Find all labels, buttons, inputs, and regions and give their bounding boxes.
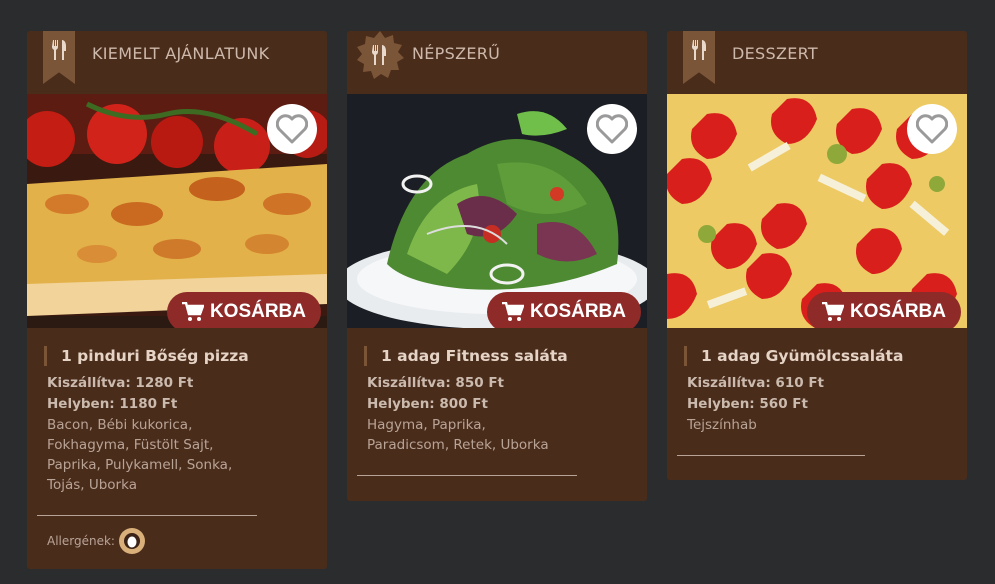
cart-label: KOSÁRBA [849, 301, 946, 322]
onsite-price: Helyben: 1180 Ft [47, 396, 178, 412]
product-name: 1 pinduri Bőség pizza [44, 346, 307, 366]
prices: Kiszállítva: 610 Ft Helyben: 560 Ft [687, 373, 947, 415]
card-header: NÉPSZERŰ [347, 31, 647, 94]
onsite-price: Helyben: 560 Ft [687, 396, 808, 412]
card-header: KIEMELT AJÁNLATUNK [27, 31, 327, 94]
ribbon-badge [43, 31, 75, 84]
ribbon-badge [683, 31, 715, 84]
heart-icon [916, 114, 948, 144]
heart-icon [276, 114, 308, 144]
delivery-price: Kiszállítva: 1280 Ft [47, 375, 194, 391]
divider [677, 455, 865, 456]
ingredients: Hagyma, Paprika, Paradicsom, Retek, Ubor… [367, 417, 549, 453]
egg-icon[interactable] [118, 528, 145, 554]
star-badge [355, 31, 405, 81]
card-body: 1 adag Fitness saláta Kiszállítva: 850 F… [347, 328, 647, 476]
ingredients: Bacon, Bébi kukorica, Fokhagyma, Füstölt… [47, 417, 233, 493]
add-to-cart-button[interactable]: KOSÁRBA [486, 292, 641, 328]
prices: Kiszállítva: 850 Ft Helyben: 800 Ft [367, 373, 627, 415]
ingredients: Tejszínhab [687, 417, 757, 433]
product-name: 1 adag Fitness saláta [364, 346, 627, 366]
cart-icon [181, 302, 204, 321]
delivery-price: Kiszállítva: 610 Ft [687, 375, 824, 391]
cart-label: KOSÁRBA [529, 301, 626, 322]
delivery-price: Kiszállítva: 850 Ft [367, 375, 504, 391]
heart-icon [596, 114, 628, 144]
allergens: Allergének: [47, 516, 307, 568]
section-title: KIEMELT AJÁNLATUNK [92, 44, 270, 63]
product-photo[interactable]: KOSÁRBA [667, 94, 967, 328]
product-card-salad: NÉPSZERŰ KOSÁRBA 1 adag Fitness saláta K… [347, 31, 647, 501]
cart-label: KOSÁRBA [209, 301, 306, 322]
prices: Kiszállítva: 1280 Ft Helyben: 1180 Ft [47, 373, 307, 415]
section-title: DESSZERT [732, 44, 818, 63]
card-header: DESSZERT [667, 31, 967, 94]
favorite-button[interactable] [907, 104, 957, 154]
card-body: 1 adag Gyümölcssaláta Kiszállítva: 610 F… [667, 328, 967, 456]
divider [357, 475, 577, 476]
utensils-icon [692, 40, 706, 60]
cart-icon [821, 302, 844, 321]
utensils-icon [52, 40, 66, 60]
onsite-price: Helyben: 800 Ft [367, 396, 488, 412]
allergens-label: Allergének: [47, 534, 115, 548]
add-to-cart-button[interactable]: KOSÁRBA [166, 292, 321, 328]
product-name: 1 adag Gyümölcssaláta [684, 346, 947, 366]
product-photo[interactable]: KOSÁRBA [347, 94, 647, 328]
utensils-icon [372, 45, 386, 65]
add-to-cart-button[interactable]: KOSÁRBA [806, 292, 961, 328]
card-body: 1 pinduri Bőség pizza Kiszállítva: 1280 … [27, 328, 327, 568]
product-card-pizza: KIEMELT AJÁNLATUNK KOSÁRBA 1 pinduri Bős… [27, 31, 327, 569]
product-photo[interactable]: KOSÁRBA [27, 94, 327, 328]
favorite-button[interactable] [587, 104, 637, 154]
cart-icon [501, 302, 524, 321]
section-title: NÉPSZERŰ [412, 44, 501, 63]
favorite-button[interactable] [267, 104, 317, 154]
product-card-fruit-salad: DESSZERT KOSÁRBA 1 adag Gyümölcssaláta K… [667, 31, 967, 480]
